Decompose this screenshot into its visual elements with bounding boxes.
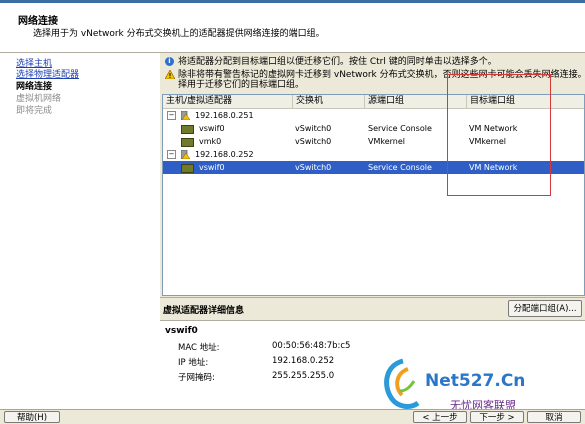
nav-step-network-connectivity: 网络连接	[16, 82, 53, 92]
adapter-name: vswif0	[199, 124, 225, 133]
switch-name: vSwitch0	[295, 163, 332, 172]
info-icon: i	[165, 57, 174, 66]
source-portgroup: Service Console	[368, 163, 432, 172]
next-button[interactable]: 下一步 >	[470, 411, 524, 423]
network-adapter-icon	[181, 125, 194, 134]
watermark-swirl-icon	[384, 358, 420, 409]
column-header-switch[interactable]: 交换机	[293, 95, 365, 108]
adapter-name: vswif0	[199, 163, 225, 172]
network-adapter-icon	[181, 138, 194, 147]
switch-name: vSwitch0	[295, 124, 332, 133]
nav-step-ready-to-complete: 即将完成	[16, 106, 53, 116]
collapse-icon[interactable]: −	[167, 111, 176, 120]
nav-step-vm-networking: 虚拟机网络	[16, 94, 62, 104]
source-portgroup: VMkernel	[368, 137, 406, 146]
column-header-host-adapter[interactable]: 主机/虚拟适配器	[163, 95, 293, 108]
host-warning-icon	[181, 111, 190, 120]
wizard-steps-nav: 选择主机 选择物理适配器 网络连接 虚拟机网络 即将完成	[0, 53, 160, 409]
wizard-header: 网络连接 选择用于为 vNetwork 分布式交换机上的适配器提供网络连接的端口…	[0, 3, 585, 53]
info-text: 将适配器分配到目标端口组以便迁移它们。按住 Ctrl 键的同时单击以选择多个。	[178, 57, 497, 67]
ip-address-label: IP 地址:	[178, 358, 209, 368]
collapse-icon[interactable]: −	[167, 150, 176, 159]
details-header: 虚拟适配器详细信息 分配端口组(A)...	[160, 297, 585, 320]
page-description: 选择用于为 vNetwork 分布式交换机上的适配器提供网络连接的端口组。	[33, 29, 325, 39]
host-name: 192.168.0.251	[195, 111, 254, 120]
switch-name: vSwitch0	[295, 137, 332, 146]
adapter-name: vmk0	[199, 137, 222, 146]
warning-text-line2: 择用于迁移它们的目标端口组。	[178, 80, 305, 90]
assign-portgroup-button[interactable]: 分配端口组(A)...	[508, 300, 582, 317]
details-section-title: 虚拟适配器详细信息	[163, 306, 245, 316]
warning-icon	[165, 70, 175, 79]
nav-step-select-host[interactable]: 选择主机	[16, 59, 52, 70]
footer-bar: 帮助(H) < 上一步 下一步 > 取消	[0, 409, 585, 423]
source-portgroup: Service Console	[368, 124, 432, 133]
mac-address-label: MAC 地址:	[178, 343, 220, 353]
page-title: 网络连接	[18, 16, 58, 27]
mac-address-value: 00:50:56:48:7b:c5	[272, 341, 351, 351]
cancel-button[interactable]: 取消	[527, 411, 581, 423]
subnet-mask-label: 子网掩码:	[178, 373, 215, 383]
watermark-logo: Net527.Cn 无忧网客联盟	[378, 355, 568, 415]
help-button[interactable]: 帮助(H)	[4, 411, 60, 423]
network-adapter-icon	[181, 164, 194, 173]
info-message: i 将适配器分配到目标端口组以便迁移它们。按住 Ctrl 键的同时单击以选择多个。	[165, 57, 497, 68]
back-button[interactable]: < 上一步	[413, 411, 467, 423]
host-name: 192.168.0.252	[195, 150, 254, 159]
nav-step-select-physical-adapter[interactable]: 选择物理适配器	[16, 70, 79, 81]
details-adapter-name: vswif0	[165, 326, 198, 336]
watermark-brand: Net527.Cn	[425, 371, 526, 391]
annotation-highlight-box	[447, 74, 551, 196]
ip-address-value: 192.168.0.252	[272, 356, 335, 366]
host-warning-icon	[181, 150, 190, 159]
subnet-mask-value: 255.255.255.0	[272, 371, 335, 381]
